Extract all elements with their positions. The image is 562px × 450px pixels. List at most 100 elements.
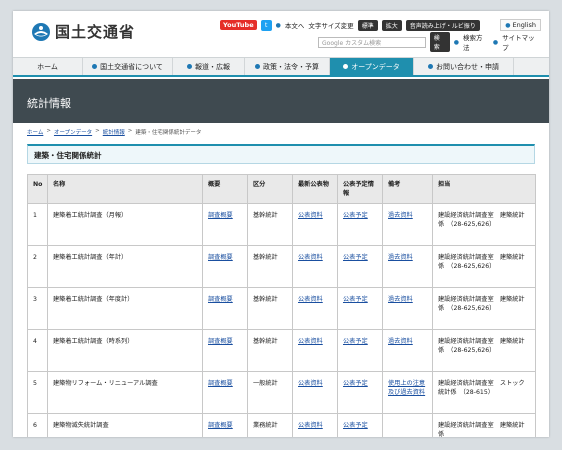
nav-item-contact[interactable]: お問い合わせ・申請 <box>414 58 514 75</box>
note-link[interactable]: 過去資料 <box>388 254 413 261</box>
column-header: 概要 <box>202 174 248 204</box>
summary-link[interactable]: 調査概要 <box>208 296 233 303</box>
english-link[interactable]: ● English <box>500 19 541 31</box>
skip-to-content-link[interactable]: 本文へ <box>285 20 305 30</box>
cell-summary: 調査概要 <box>202 202 248 246</box>
cell-summary: 調査概要 <box>202 412 248 437</box>
note-link[interactable]: 過去資料 <box>388 338 413 345</box>
schedule-link[interactable]: 公表予定 <box>343 254 368 261</box>
nav-item-label: ホーム <box>37 62 58 71</box>
search-bar: Google カスタム検索 検索 ● 検索方法 ● サイトマップ <box>318 32 541 52</box>
table-header-row: No 名称 概要 区分 最新公表物 公表予定情報 備考 担当 <box>27 174 536 204</box>
nav-item-open-data[interactable]: オープンデータ <box>330 58 414 75</box>
nav-item-label: お問い合わせ・申請 <box>436 62 499 71</box>
cell-schedule: 公表予定 <box>337 328 383 372</box>
cell-latest: 公表資料 <box>292 328 338 372</box>
cell-latest: 公表資料 <box>292 370 338 414</box>
summary-link[interactable]: 調査概要 <box>208 254 233 261</box>
nav-item-label: 政策・法令・予算 <box>263 62 319 71</box>
column-header: 公表予定情報 <box>337 174 383 204</box>
cell-note: 過去資料 <box>382 328 433 372</box>
site-header: 国土交通省 YouTube t ● 本文へ 文字サイズ変更 標準 拡大 音声読み… <box>13 11 549 57</box>
column-header: 備考 <box>382 174 433 204</box>
section-title: 建築・住宅関係統計 <box>34 151 102 160</box>
cell-contact: 建設経済統計調査室 建築統計係 （28-625,626） <box>432 286 536 330</box>
cell-note: 使用上の注意及び過去資料 <box>382 370 433 414</box>
breadcrumb: ホーム > オープンデータ > 統計情報 > 建築・住宅関係統計データ <box>27 128 201 136</box>
schedule-link[interactable]: 公表予定 <box>343 338 368 345</box>
cell-contact: 建設経済統計調査室 建築統計係 （28-625,626） <box>432 328 536 372</box>
table-row: 3 建築着工統計調査（年度計） 調査概要 基幹統計 公表資料 公表予定 過去資料… <box>27 286 536 330</box>
latest-link[interactable]: 公表資料 <box>298 254 323 261</box>
nav-item-about[interactable]: 国土交通省について <box>83 58 173 75</box>
cell-no: 6 <box>27 412 48 437</box>
bullet-icon: ● <box>275 21 281 29</box>
youtube-icon[interactable]: YouTube <box>220 20 257 30</box>
breadcrumb-home[interactable]: ホーム <box>27 128 43 136</box>
note-link[interactable]: 過去資料 <box>388 212 413 219</box>
breadcrumb-open-data[interactable]: オープンデータ <box>54 128 92 136</box>
sitemap-link[interactable]: サイトマップ <box>502 32 541 52</box>
cell-schedule: 公表予定 <box>337 370 383 414</box>
cell-no: 1 <box>27 202 48 246</box>
cell-category: 基幹統計 <box>247 328 293 372</box>
latest-link[interactable]: 公表資料 <box>298 212 323 219</box>
schedule-link[interactable]: 公表予定 <box>343 422 368 429</box>
cell-category: 一般統計 <box>247 370 293 414</box>
latest-link[interactable]: 公表資料 <box>298 338 323 345</box>
cell-category: 基幹統計 <box>247 286 293 330</box>
column-header: No <box>27 174 48 204</box>
statistics-table: No 名称 概要 区分 最新公表物 公表予定情報 備考 担当 1 建築着工統計調… <box>27 174 536 437</box>
font-standard-button[interactable]: 標準 <box>357 19 378 31</box>
breadcrumb-separator: > <box>127 128 133 134</box>
browser-frame: 国土交通省 YouTube t ● 本文へ 文字サイズ変更 標準 拡大 音声読み… <box>13 11 549 437</box>
cell-latest: 公表資料 <box>292 412 338 437</box>
font-large-button[interactable]: 拡大 <box>381 19 402 31</box>
latest-link[interactable]: 公表資料 <box>298 380 323 387</box>
twitter-icon[interactable]: t <box>260 19 272 31</box>
nav-item-label: 報道・広報 <box>195 62 230 71</box>
summary-link[interactable]: 調査概要 <box>208 338 233 345</box>
schedule-link[interactable]: 公表予定 <box>343 296 368 303</box>
summary-link[interactable]: 調査概要 <box>208 380 233 387</box>
search-method-link[interactable]: 検索方法 <box>463 32 489 52</box>
table-row: 5 建築物リフォーム・リニューアル調査 調査概要 一般統計 公表資料 公表予定 … <box>27 370 536 414</box>
cell-name: 建築着工統計調査（時系列） <box>47 328 203 372</box>
note-link[interactable]: 使用上の注意及び過去資料 <box>388 380 425 396</box>
font-size-label: 文字サイズ変更 <box>308 22 354 30</box>
bullet-icon <box>343 64 349 69</box>
bullet-icon <box>92 64 98 69</box>
nav-item-home[interactable]: ホーム <box>13 58 83 75</box>
schedule-link[interactable]: 公表予定 <box>343 380 368 387</box>
search-input[interactable]: Google カスタム検索 <box>318 36 426 48</box>
schedule-link[interactable]: 公表予定 <box>343 212 368 219</box>
cell-summary: 調査概要 <box>202 286 248 330</box>
latest-link[interactable]: 公表資料 <box>298 422 323 429</box>
bullet-icon: ● <box>453 38 459 46</box>
cell-latest: 公表資料 <box>292 202 338 246</box>
note-link[interactable]: 過去資料 <box>388 296 413 303</box>
search-button[interactable]: 検索 <box>429 32 450 52</box>
cell-schedule: 公表予定 <box>337 412 383 437</box>
cell-latest: 公表資料 <box>292 286 338 330</box>
latest-link[interactable]: 公表資料 <box>298 296 323 303</box>
cell-no: 2 <box>27 244 48 288</box>
breadcrumb-statistics[interactable]: 統計情報 <box>103 128 125 136</box>
cell-contact: 建設経済統計調査室 建築統計係 （28-625,626） <box>432 202 536 246</box>
english-label: English <box>512 21 536 29</box>
main-nav: ホーム 国土交通省について 報道・広報 政策・法令・予算 オープンデータ お問い… <box>13 57 549 77</box>
site-logo[interactable]: 国土交通省 <box>31 21 135 42</box>
page-banner: 統計情報 <box>13 79 549 123</box>
nav-item-policy[interactable]: 政策・法令・予算 <box>245 58 330 75</box>
summary-link[interactable]: 調査概要 <box>208 212 233 219</box>
nav-item-label: 国土交通省について <box>100 62 163 71</box>
utility-bar: YouTube t ● 本文へ 文字サイズ変更 標準 拡大 音声読み上げ・ルビ振… <box>220 18 541 32</box>
bullet-icon <box>187 64 192 69</box>
nav-item-press[interactable]: 報道・広報 <box>173 58 245 75</box>
bullet-icon: ● <box>492 38 499 46</box>
cell-note <box>382 412 433 437</box>
summary-link[interactable]: 調査概要 <box>208 422 233 429</box>
read-aloud-button[interactable]: 音声読み上げ・ルビ振り <box>405 19 480 31</box>
column-header: 区分 <box>247 174 293 204</box>
cell-name: 建築着工統計調査（月報） <box>47 202 203 246</box>
